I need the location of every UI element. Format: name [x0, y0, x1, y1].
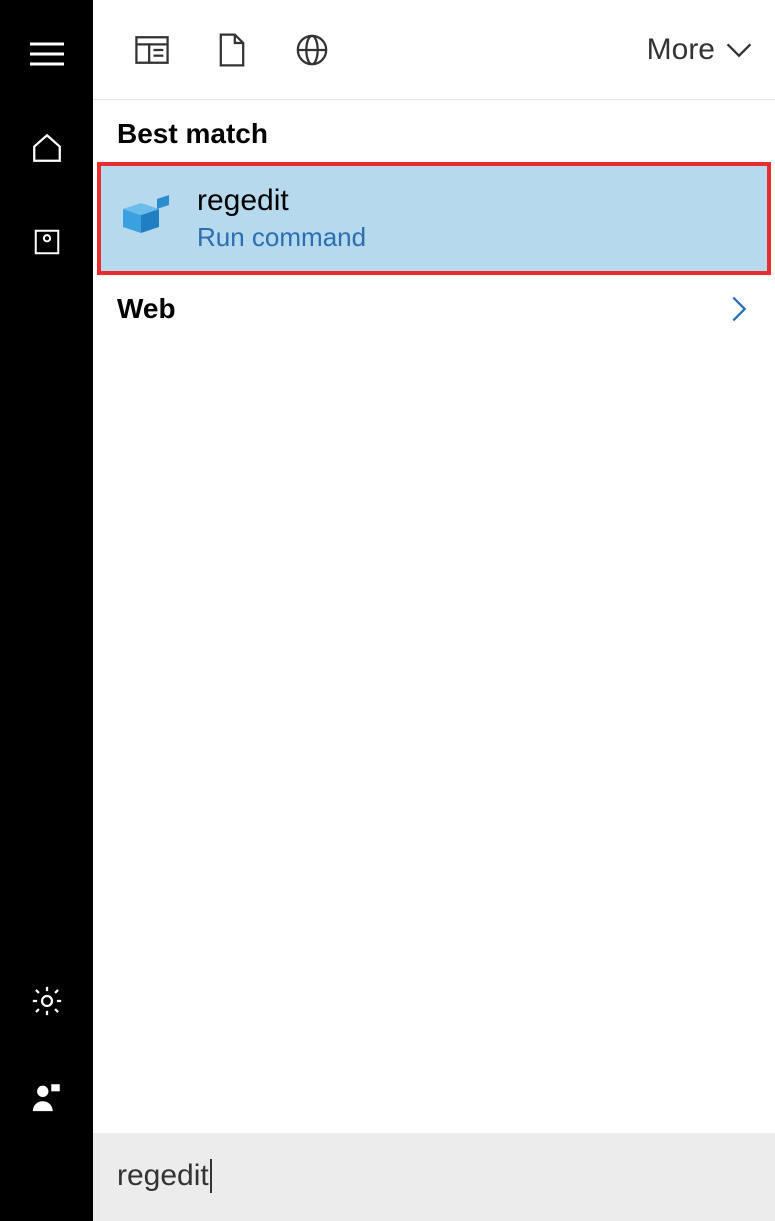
filter-bar: More — [93, 0, 775, 100]
start-sidebar — [0, 0, 93, 1221]
match-subtitle: Run command — [197, 222, 366, 253]
main-panel: More Best match regedit Run command Web … — [93, 0, 775, 1221]
web-filter-icon[interactable] — [295, 33, 329, 67]
chevron-down-icon — [725, 42, 753, 58]
text-caret — [210, 1159, 212, 1193]
gear-icon[interactable] — [29, 983, 65, 1019]
more-button[interactable]: More — [647, 33, 753, 67]
search-box[interactable]: regedit — [93, 1133, 775, 1221]
home-icon[interactable] — [29, 130, 65, 166]
search-input[interactable]: regedit — [117, 1159, 212, 1194]
best-match-result[interactable]: regedit Run command — [97, 162, 771, 275]
match-title: regedit — [197, 184, 366, 218]
more-label: More — [647, 33, 715, 67]
hamburger-icon[interactable] — [29, 36, 65, 72]
match-text: regedit Run command — [197, 184, 366, 253]
apps-filter-icon[interactable] — [135, 33, 169, 67]
web-section[interactable]: Web — [93, 275, 775, 337]
regedit-icon — [119, 191, 175, 247]
best-match-header: Best match — [93, 100, 775, 162]
chevron-right-icon — [731, 295, 747, 323]
documents-filter-icon[interactable] — [215, 33, 249, 67]
sidebar-bottom-group — [29, 983, 65, 1221]
web-title: Web — [117, 293, 176, 325]
sidebar-top-group — [29, 36, 65, 260]
camera-icon[interactable] — [29, 224, 65, 260]
user-icon[interactable] — [29, 1079, 65, 1115]
